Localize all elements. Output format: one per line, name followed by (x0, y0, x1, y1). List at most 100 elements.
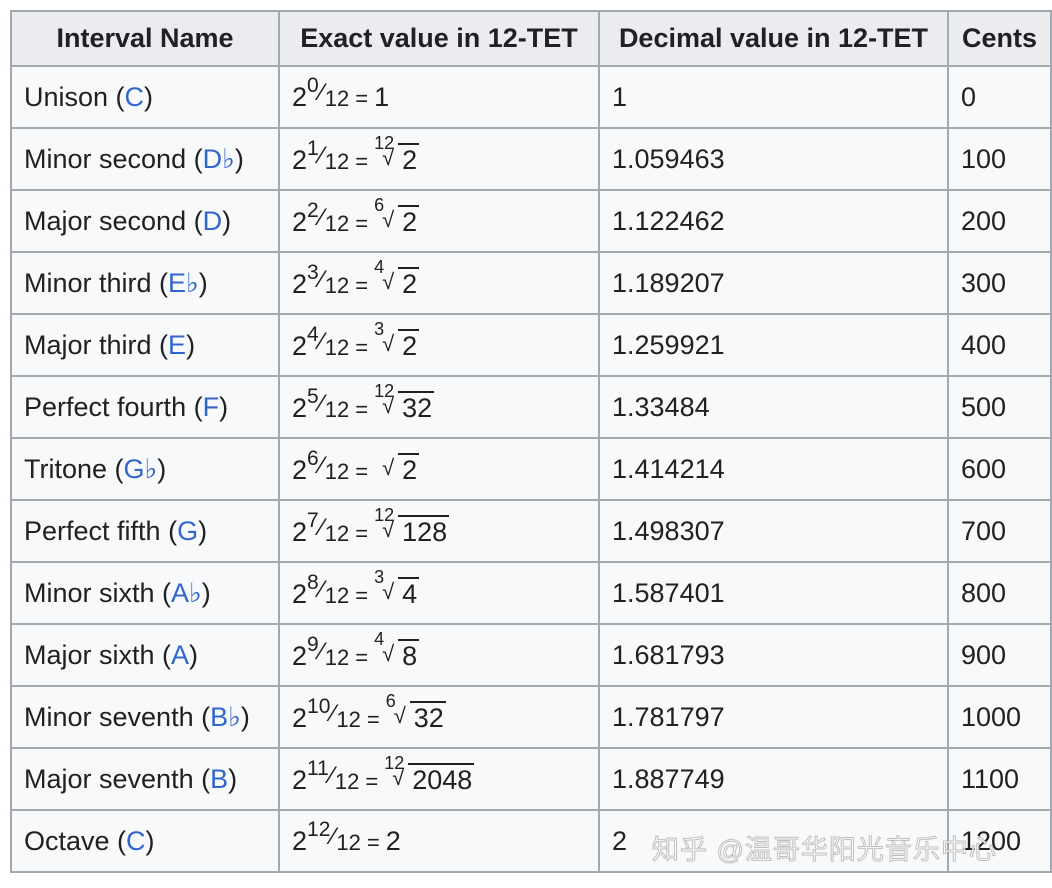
radical: 3 √ 4 (374, 567, 420, 610)
radicand: 2 (398, 452, 420, 483)
radical-sign-icon: √ (382, 454, 395, 480)
interval-name-cell: Minor second (D♭) (10, 127, 280, 191)
exact-value-formula: 20⁄12 = 1 (292, 73, 390, 112)
exponent-denominator: 12 (324, 210, 350, 236)
table-row: Minor sixth (A♭) 28⁄12 = 3 √ 4 1.587401 800 (10, 561, 1052, 625)
cents-cell: 300 (947, 251, 1052, 315)
radicand: 32 (398, 390, 435, 421)
exponent-denominator: 12 (324, 644, 350, 670)
note-link[interactable]: G♭ (124, 454, 158, 484)
exponent-numerator: 8 (307, 570, 319, 594)
note-link[interactable]: E♭ (168, 268, 199, 298)
exponent-denominator: 12 (334, 768, 360, 794)
decimal-value-cell: 1.681793 (598, 623, 949, 687)
exact-value-cell: 211⁄12 = 12 √ 2048 (278, 747, 600, 811)
radical: 12 √ 128 (374, 505, 450, 548)
table-row: Perfect fourth (F) 25⁄12 = 12 √ 32 1.33484 5… (10, 375, 1052, 439)
exact-value-cell: 25⁄12 = 12 √ 32 (278, 375, 600, 439)
header-cents: Cents (947, 10, 1052, 67)
interval-name-cell: Major seventh (B) (10, 747, 280, 811)
table-row: Major sixth (A) 29⁄12 = 4 √ 8 1.681793 900 (10, 623, 1052, 687)
note-link[interactable]: C (126, 826, 146, 856)
interval-name-cell: Perfect fourth (F) (10, 375, 280, 439)
interval-name: Unison (24, 81, 109, 112)
radicand: 2 (398, 328, 420, 359)
radical-sign-icon: √ (382, 516, 395, 542)
exact-value-cell: 23⁄12 = 4 √ 2 (278, 251, 600, 315)
interval-name-cell: Major third (E) (10, 313, 280, 377)
header-row: Interval Name Exact value in 12-TET Deci… (10, 10, 1052, 67)
decimal-value-cell: 1.33484 (598, 375, 949, 439)
interval-name: Perfect fifth (24, 515, 161, 546)
radical: 6 √ 32 (386, 691, 446, 734)
radicand: 2048 (408, 762, 475, 793)
base: 2 (292, 330, 308, 361)
radicand: 32 (409, 700, 446, 731)
radical-sign-icon: √ (393, 702, 406, 728)
exponent-numerator: 6 (307, 446, 319, 470)
exponent-numerator: 2 (307, 198, 319, 222)
base: 2 (292, 516, 308, 547)
interval-name: Minor third (24, 267, 152, 298)
base: 2 (292, 825, 308, 856)
exponent-denominator: 12 (324, 148, 350, 174)
note-link[interactable]: D (203, 206, 223, 236)
cents-cell: 1000 (947, 685, 1052, 749)
decimal-value-cell: 1.122462 (598, 189, 949, 253)
decimal-value-cell: 1.259921 (598, 313, 949, 377)
note-link[interactable]: D♭ (203, 144, 235, 174)
header-interval-name: Interval Name (10, 10, 280, 67)
interval-name: Minor seventh (24, 701, 194, 732)
radical: 3 √ 2 (374, 319, 420, 362)
interval-name: Major second (24, 205, 187, 236)
radical-sign-icon: √ (382, 330, 395, 356)
radical-sign-icon: √ (382, 640, 395, 666)
exact-value-cell: 212⁄12 = 2 (278, 809, 600, 873)
interval-name-cell: Octave (C) (10, 809, 280, 873)
exponent-numerator: 4 (307, 322, 319, 346)
interval-name-cell: Perfect fifth (G) (10, 499, 280, 563)
exponent-denominator: 12 (324, 582, 350, 608)
note-link[interactable]: B (210, 764, 228, 794)
exponent-denominator: 12 (324, 334, 350, 360)
interval-name: Minor sixth (24, 577, 155, 608)
cents-cell: 1100 (947, 747, 1052, 811)
table-row: Minor third (E♭) 23⁄12 = 4 √ 2 1.189207 300 (10, 251, 1052, 315)
table-row: Major seventh (B) 211⁄12 = 12 √ 2048 1.88774… (10, 747, 1052, 811)
radical: 12 √ 32 (374, 381, 435, 424)
exponent-denominator: 12 (324, 520, 350, 546)
radicand: 8 (398, 638, 420, 669)
exact-value-cell: 24⁄12 = 3 √ 2 (278, 313, 600, 377)
table-row: Minor second (D♭) 21⁄12 = 12 √ 2 1.059463 10… (10, 127, 1052, 191)
cents-cell: 600 (947, 437, 1052, 501)
base: 2 (292, 454, 308, 485)
intervals-table: Interval Name Exact value in 12-TET Deci… (10, 10, 1052, 873)
note-link[interactable]: B♭ (210, 702, 241, 732)
table-row: Minor seventh (B♭) 210⁄12 = 6 √ 32 1.781797 … (10, 685, 1052, 749)
cents-cell: 900 (947, 623, 1052, 687)
note-link[interactable]: A (171, 640, 189, 670)
exponent-denominator: 12 (324, 458, 350, 484)
radical-sign-icon: √ (382, 144, 395, 170)
interval-name: Tritone (24, 453, 108, 484)
table-row: Unison (C) 20⁄12 = 1 1 0 (10, 65, 1052, 129)
radicand: 4 (398, 576, 420, 607)
interval-name: Major third (24, 329, 152, 360)
base: 2 (292, 268, 308, 299)
exact-value-cell: 22⁄12 = 6 √ 2 (278, 189, 600, 253)
exact-value-formula: 210⁄12 = 6 √ 32 (292, 690, 446, 734)
note-link[interactable]: C (125, 82, 145, 112)
note-link[interactable]: G (177, 516, 198, 546)
cents-cell: 0 (947, 65, 1052, 129)
note-link[interactable]: A♭ (171, 578, 202, 608)
interval-name-cell: Minor third (E♭) (10, 251, 280, 315)
note-link[interactable]: E (168, 330, 186, 360)
cents-cell: 100 (947, 127, 1052, 191)
interval-name-cell: Tritone (G♭) (10, 437, 280, 501)
decimal-value-cell: 1.887749 (598, 747, 949, 811)
interval-name: Minor second (24, 143, 187, 174)
exponent-denominator: 12 (336, 706, 361, 732)
exact-value-formula: 22⁄12 = 6 √ 2 (292, 194, 420, 237)
note-link[interactable]: F (203, 392, 220, 422)
exact-value-formula: 211⁄12 = 12 √ 2048 (292, 752, 475, 795)
